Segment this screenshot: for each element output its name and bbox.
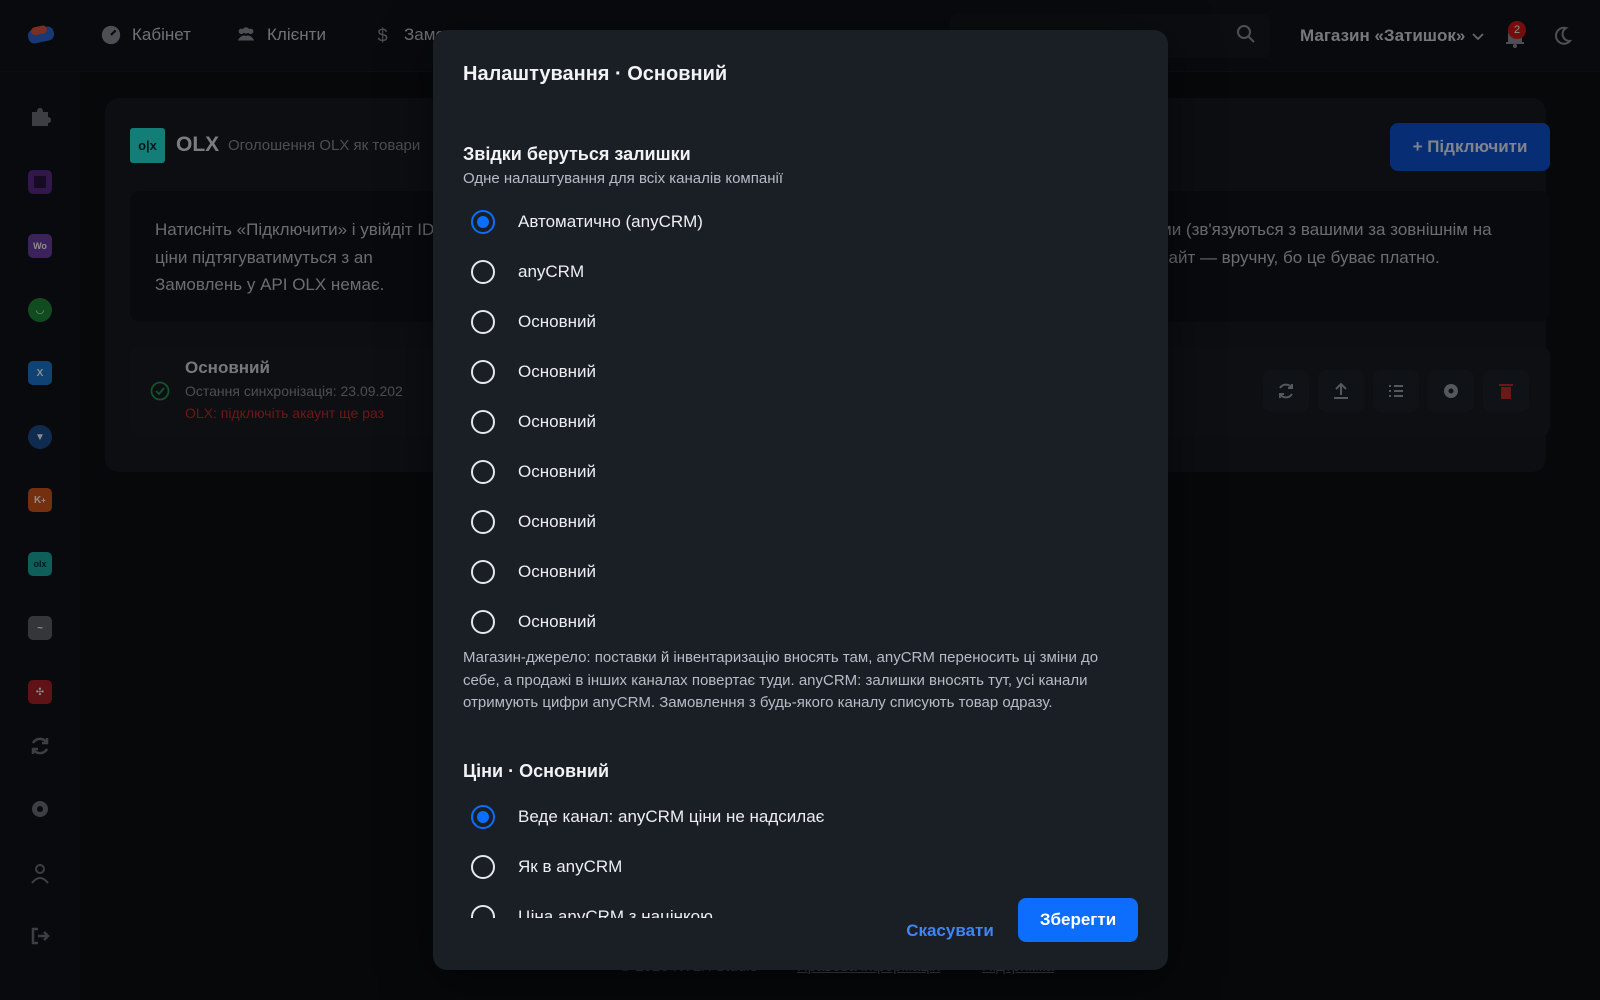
stock-option-label: Основний: [518, 462, 596, 481]
cancel-button[interactable]: Скасувати: [885, 910, 1015, 952]
stock-section-subtitle: Одне налаштування для всіх каналів компа…: [463, 170, 783, 187]
save-button[interactable]: Зберегти: [1018, 898, 1138, 942]
radio-button[interactable]: [471, 510, 495, 534]
stock-option[interactable]: Основний: [463, 507, 596, 537]
stock-option[interactable]: Автоматично (anyCRM): [463, 207, 703, 237]
settings-modal: Налаштування · Основний Звідки беруться …: [433, 30, 1168, 970]
stock-option[interactable]: anyCRM: [463, 257, 584, 287]
radio-button[interactable]: [471, 360, 495, 384]
stock-option[interactable]: Основний: [463, 307, 596, 337]
stock-option[interactable]: Основний: [463, 557, 596, 587]
stock-option-label: Основний: [518, 362, 596, 381]
stock-option[interactable]: Основний: [463, 357, 596, 387]
stock-option-label: anyCRM: [518, 262, 585, 281]
modal-scroll-area[interactable]: Звідки беруться залишки Одне налаштуванн…: [433, 108, 1168, 918]
stock-option[interactable]: Основний: [463, 407, 596, 437]
price-option-label: Ціна anyCRM з націнкою: [518, 907, 713, 918]
radio-button[interactable]: [471, 905, 495, 918]
radio-button[interactable]: [471, 855, 495, 879]
radio-button[interactable]: [471, 310, 495, 334]
price-option[interactable]: Веде канал: anyCRM ціни не надсилає: [463, 802, 824, 832]
stock-section-title: Звідки беруться залишки: [463, 144, 691, 164]
radio-button[interactable]: [471, 210, 495, 234]
stock-option-label: Основний: [518, 512, 596, 531]
price-option-label: Веде канал: anyCRM ціни не надсилає: [518, 807, 825, 826]
stock-option-label: Основний: [518, 312, 596, 331]
radio-button[interactable]: [471, 805, 495, 829]
stock-option-label: Основний: [518, 412, 596, 431]
price-option[interactable]: Як в anyCRM: [463, 852, 622, 882]
stock-option[interactable]: Основний: [463, 457, 596, 487]
radio-button[interactable]: [471, 260, 495, 284]
stock-option-label: Основний: [518, 562, 596, 581]
price-option[interactable]: Ціна anyCRM з націнкою: [463, 902, 713, 918]
stock-option[interactable]: Основний: [463, 607, 596, 637]
modal-title: Налаштування · Основний: [463, 63, 728, 85]
price-option-label: Як в anyCRM: [518, 857, 623, 876]
radio-button[interactable]: [471, 460, 495, 484]
radio-button[interactable]: [471, 610, 495, 634]
stock-description: Магазин-джерело: поставки й інвентаризац…: [463, 649, 1099, 711]
prices-section-title: Ціни · Основний: [463, 761, 610, 781]
stock-option-label: Основний: [518, 612, 596, 631]
stock-option-label: Автоматично (anyCRM): [518, 212, 703, 231]
radio-button[interactable]: [471, 560, 495, 584]
radio-button[interactable]: [471, 410, 495, 434]
